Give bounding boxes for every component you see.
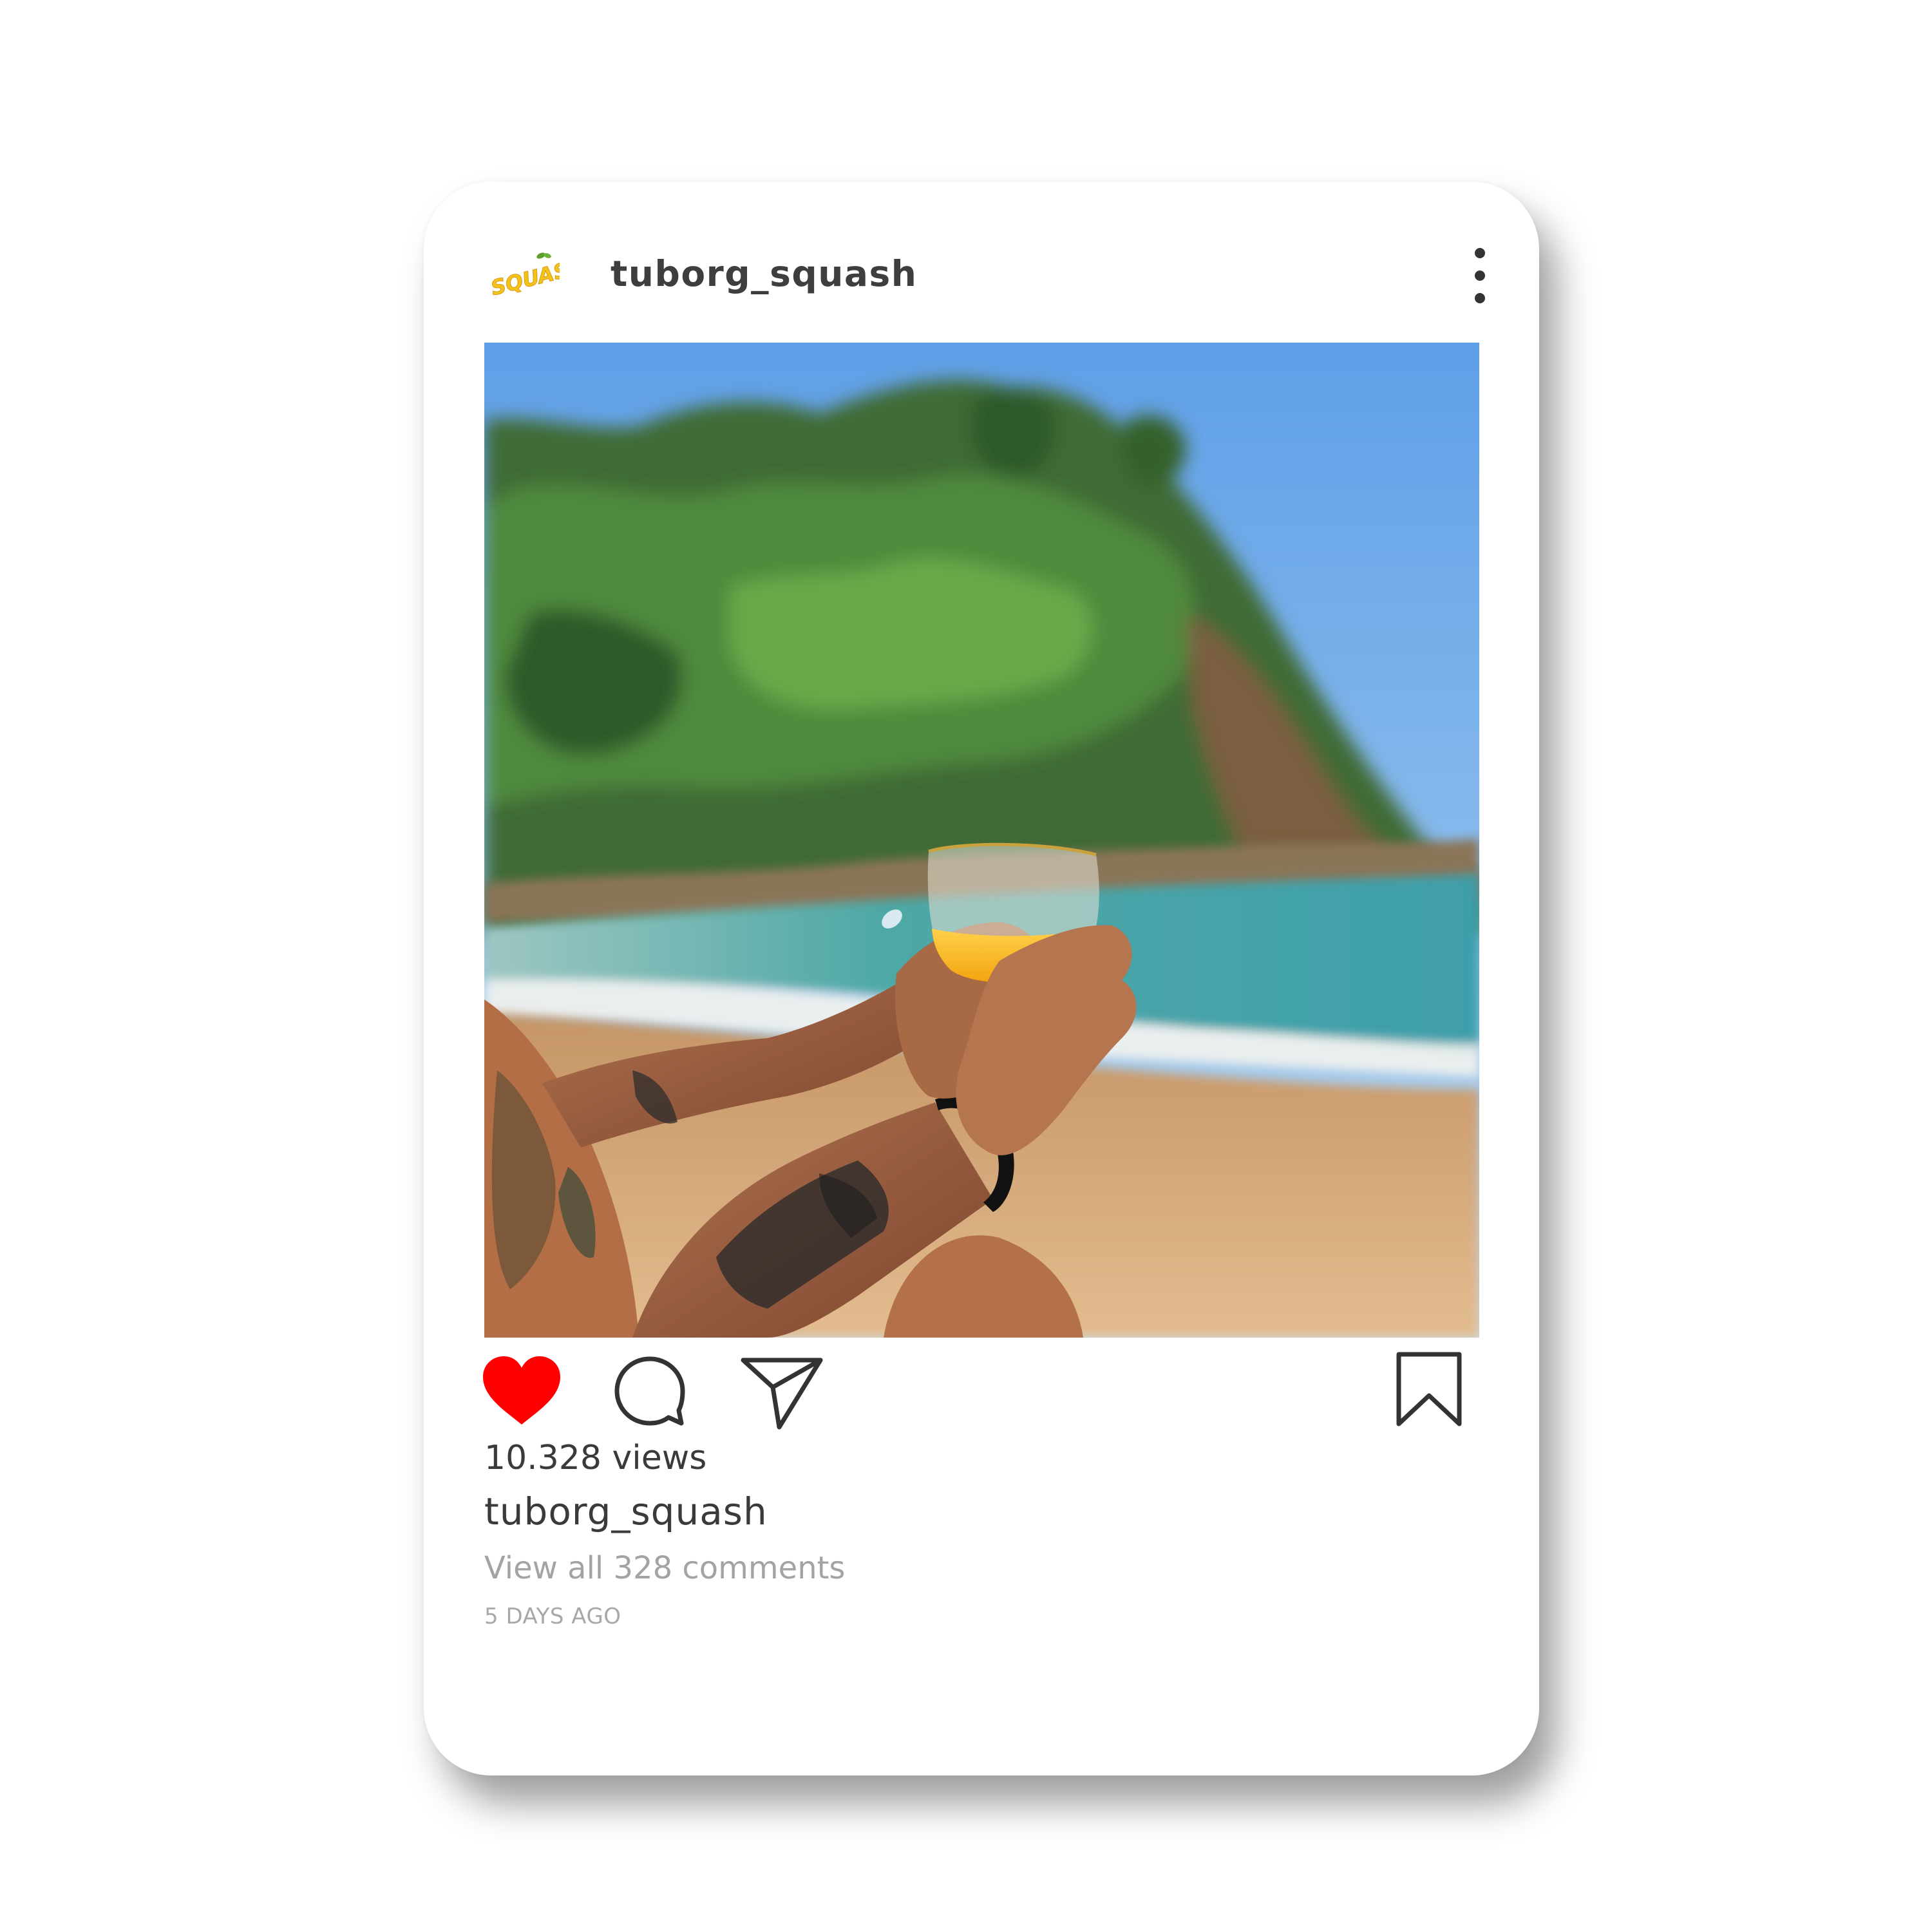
avatar[interactable]: SQUASH — [486, 248, 588, 301]
more-vertical-icon — [1475, 248, 1485, 258]
more-vertical-icon — [1475, 293, 1485, 303]
post-image[interactable] — [484, 343, 1479, 1338]
view-comments-link[interactable]: View all 328 comments — [484, 1550, 845, 1586]
comment-icon — [614, 1356, 685, 1426]
beach-drink-photo — [484, 343, 1479, 1338]
share-button[interactable] — [741, 1354, 824, 1431]
post-username[interactable]: tuborg_squash — [611, 251, 917, 296]
more-vertical-icon — [1475, 270, 1485, 281]
heart-icon — [483, 1356, 560, 1425]
more-options-button[interactable] — [1457, 248, 1502, 303]
avatar-brand-text: SQUASH — [488, 253, 560, 299]
like-button[interactable] — [480, 1355, 563, 1427]
comment-button[interactable] — [612, 1354, 688, 1430]
post-timestamp: 5 DAYS AGO — [484, 1604, 621, 1629]
send-icon — [741, 1358, 823, 1430]
bookmark-icon — [1396, 1352, 1462, 1426]
save-button[interactable] — [1394, 1350, 1464, 1428]
post-card: SQUASH tuborg_squash 10.328 views tuborg… — [424, 182, 1539, 1776]
view-count: 10.328 views — [484, 1439, 707, 1477]
squash-logo-icon: SQUASH — [488, 252, 588, 301]
caption-username[interactable]: tuborg_squash — [484, 1489, 768, 1534]
